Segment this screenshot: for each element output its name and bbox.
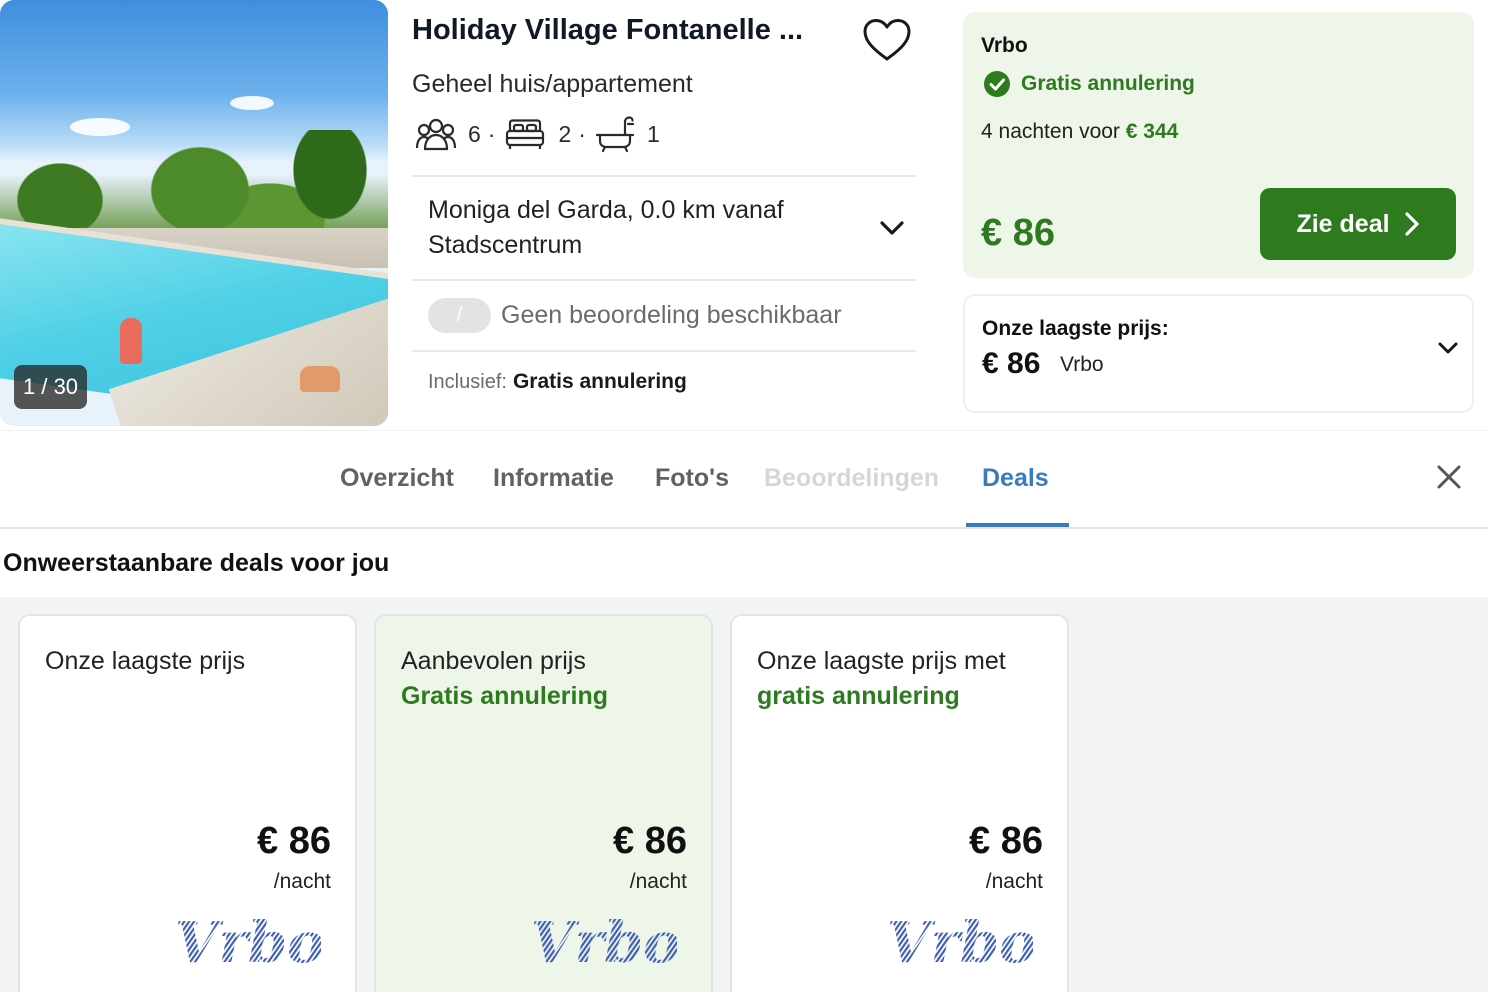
card-price: € 86 <box>969 820 1043 862</box>
tab-informatie[interactable]: Informatie <box>493 464 614 493</box>
chevron-down-icon[interactable] <box>876 214 908 242</box>
deal-card-lowest-free-cancel[interactable]: Onze laagste prijs met gratis annulering… <box>730 614 1069 992</box>
deal-cancellation: Gratis annulering <box>983 70 1195 98</box>
section-title: Onweerstaanbare deals voor jou <box>3 549 390 577</box>
lowest-price-label: Onze laagste prijs: <box>982 317 1169 340</box>
vrbo-logo-text: Vrbo <box>887 912 1033 970</box>
vrbo-logo-text: Vrbo <box>531 912 677 970</box>
tabs-border <box>0 527 1488 529</box>
see-deal-label: Zie deal <box>1296 209 1390 238</box>
feature-separator: · <box>578 120 586 147</box>
hotel-title[interactable]: Holiday Village Fontanelle ... <box>412 14 803 47</box>
vrbo-logo-text: Vrbo <box>175 912 321 970</box>
tab-overzicht[interactable]: Overzicht <box>340 464 454 493</box>
vrbo-logo: Vrbo <box>531 912 677 970</box>
photo-person <box>120 318 142 364</box>
card-title: Aanbevolen prijs <box>401 647 586 675</box>
card-per-night: /nacht <box>629 870 687 893</box>
photo-counter: 1 / 30 <box>14 365 88 409</box>
included-row: Inclusief: Gratis annulering <box>428 370 687 394</box>
deal-nights: 4 nachten voor € 344 <box>981 120 1178 144</box>
included-label: Inclusief: <box>428 371 507 393</box>
feature-separator: · <box>487 120 496 147</box>
card-subtitle: gratis annulering <box>757 682 960 710</box>
deal-nights-text: 4 nachten voor <box>981 120 1120 143</box>
deal-card-recommended[interactable]: Aanbevolen prijs Gratis annulering € 86 … <box>374 614 713 992</box>
card-price: € 86 <box>257 820 331 862</box>
card-price: € 86 <box>613 820 687 862</box>
deal-provider: Vrbo <box>981 34 1028 57</box>
divider <box>412 279 916 281</box>
rating-text: Geen beoordeling beschikbaar <box>501 301 842 329</box>
lowest-price-box[interactable]: Onze laagste prijs: € 86 Vrbo <box>963 294 1474 413</box>
vrbo-logo: Vrbo <box>887 912 1033 970</box>
bathrooms-count: 1 <box>646 120 660 147</box>
location-text[interactable]: Moniga del Garda, 0.0 km vanaf Stadscent… <box>428 193 858 263</box>
chevron-right-icon <box>1404 212 1419 236</box>
see-deal-button[interactable]: Zie deal <box>1260 188 1456 260</box>
deal-cancellation-label: Gratis annulering <box>1021 72 1195 95</box>
guests-count: 6 <box>468 120 481 147</box>
divider <box>412 350 916 352</box>
deal-box[interactable]: Vrbo Gratis annulering 4 nachten voor € … <box>963 12 1474 278</box>
close-icon[interactable] <box>1434 462 1464 492</box>
bathrooms-feature: 1 <box>595 115 660 153</box>
lowest-price-provider: Vrbo <box>1060 353 1104 376</box>
deal-nights-price: € 344 <box>1125 120 1179 143</box>
tab-deals[interactable]: Deals <box>982 464 1049 493</box>
check-circle-icon <box>984 71 1010 97</box>
card-per-night: /nacht <box>985 870 1043 893</box>
guests-feature: 6 <box>414 116 481 152</box>
photo-person <box>300 366 340 392</box>
deal-card-lowest[interactable]: Onze laagste prijs € 86 /nacht Vrbo <box>18 614 357 992</box>
tab-beoordelingen: Beoordelingen <box>764 464 940 492</box>
included-value: Gratis annulering <box>512 370 687 393</box>
property-type: Geheel huis/appartement <box>412 70 693 98</box>
card-subtitle: Gratis annulering <box>401 682 608 710</box>
heart-icon[interactable] <box>861 16 913 64</box>
lowest-price-value: € 86 <box>982 347 1041 380</box>
bedrooms-feature: 2 <box>504 117 571 151</box>
chevron-down-icon[interactable] <box>1435 336 1461 362</box>
tabs-bar: Overzicht Informatie Foto's Beoordelinge… <box>0 432 1488 528</box>
features-row: 6 · 2 · 1 <box>414 114 660 154</box>
bedrooms-count: 2 <box>558 120 572 147</box>
guests-icon <box>415 118 457 151</box>
vrbo-logo: Vrbo <box>175 912 321 970</box>
card-per-night: /nacht <box>273 870 331 893</box>
rating-pill: / <box>428 298 491 333</box>
tab-fotos[interactable]: Foto's <box>655 464 729 493</box>
deal-price: € 86 <box>981 212 1055 254</box>
divider <box>412 175 916 177</box>
hotel-photo[interactable]: 1 / 30 <box>0 0 388 426</box>
bed-icon <box>506 119 545 149</box>
photo-trees <box>0 130 388 240</box>
tabs-top-line <box>0 430 1488 431</box>
card-title: Onze laagste prijs met <box>757 647 1006 675</box>
photo-cloud <box>230 96 274 110</box>
bathtub-icon <box>595 116 635 153</box>
card-title: Onze laagste prijs <box>45 647 246 675</box>
deals-area: Onze laagste prijs € 86 /nacht Vrbo Aanb… <box>0 597 1488 992</box>
